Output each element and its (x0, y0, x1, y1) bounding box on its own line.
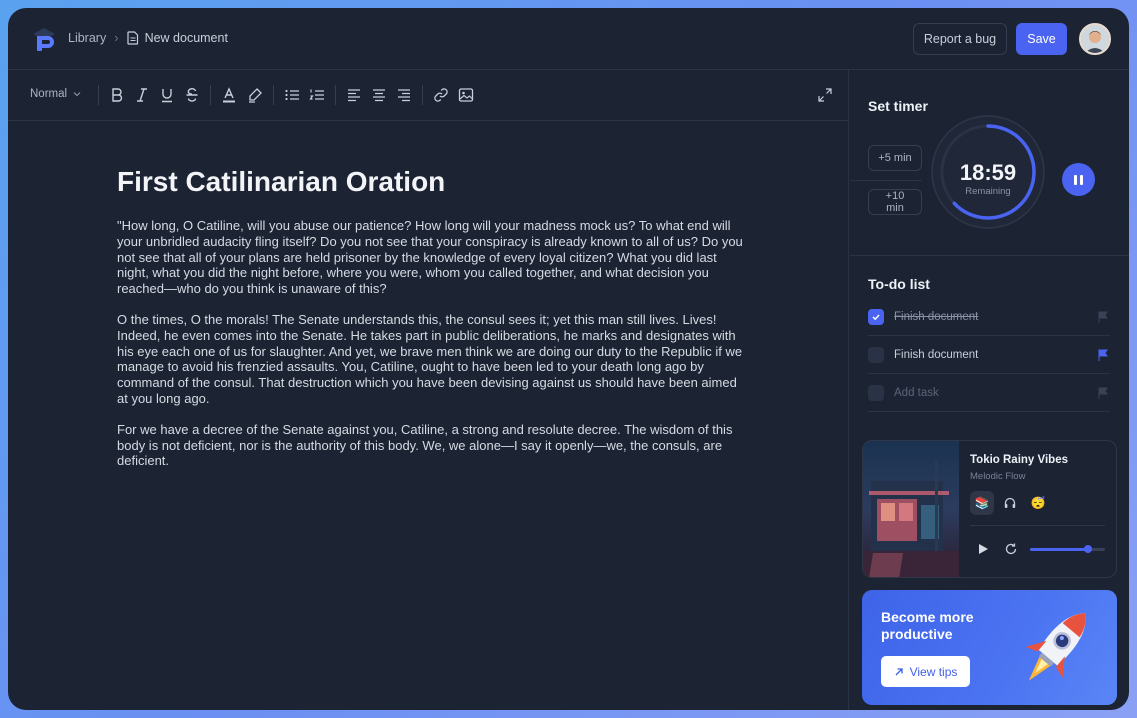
flag-icon[interactable] (1096, 348, 1110, 362)
add-10-min-button[interactable]: +10 min (868, 189, 922, 215)
pause-icon (1074, 174, 1077, 185)
add-task-row[interactable]: Add task (868, 374, 1110, 412)
top-bar: Library › New document Report a bug Save (8, 8, 1129, 70)
bold-icon[interactable] (108, 86, 126, 104)
volume-knob[interactable] (1083, 545, 1092, 553)
promo-card: Become more productive View tips (862, 590, 1117, 705)
arrow-up-right-icon (895, 667, 903, 675)
text-color-icon[interactable] (220, 86, 238, 104)
expand-icon[interactable] (816, 86, 834, 104)
align-left-icon[interactable] (345, 86, 363, 104)
document-icon (126, 30, 138, 45)
editor-toolbar: Normal (8, 70, 849, 121)
todo-checkbox[interactable] (868, 384, 884, 401)
document-paragraph[interactable]: For we have a decree of the Senate again… (117, 422, 747, 469)
add-task-input[interactable]: Add task (894, 387, 1096, 399)
align-center-icon[interactable] (370, 86, 388, 104)
todo-item[interactable]: Finish document (868, 298, 1110, 336)
track-title: Tokio Rainy Vibes (970, 454, 1068, 466)
toolbar-divider (98, 85, 99, 105)
promo-title: Become more productive (881, 609, 974, 642)
align-right-icon[interactable] (395, 86, 413, 104)
divider (850, 180, 922, 181)
chevron-right-icon: › (114, 30, 119, 45)
toolbar-divider (273, 85, 274, 105)
chevron-down-icon (73, 92, 81, 97)
report-bug-button[interactable]: Report a bug (913, 23, 1007, 55)
document-paragraph[interactable]: O the times, O the morals! The Senate un… (117, 312, 747, 407)
todo-item-label: Finish document (894, 310, 979, 323)
breadcrumb-current[interactable]: New document (126, 30, 228, 45)
todo-item[interactable]: Finish document (868, 336, 1110, 374)
toolbar-divider (335, 85, 336, 105)
todo-checkbox[interactable] (868, 308, 884, 325)
check-icon (872, 313, 880, 320)
highlight-icon[interactable] (246, 86, 264, 104)
toolbar-divider (422, 85, 423, 105)
italic-icon[interactable] (133, 86, 151, 104)
editor: Normal First Catilinarian Oration "How l… (8, 70, 849, 710)
document-content[interactable]: First Catilinarian Oration "How long, O … (117, 166, 747, 484)
breadcrumb-library[interactable]: Library (68, 31, 106, 45)
album-art (863, 441, 959, 577)
divider (850, 255, 1129, 256)
headphones-icon[interactable] (998, 491, 1022, 515)
todo-item-label: Finish document (894, 348, 979, 361)
app-logo[interactable] (28, 24, 60, 56)
document-title[interactable]: First Catilinarian Oration (117, 166, 747, 198)
pause-button[interactable] (1062, 163, 1095, 196)
save-button[interactable]: Save (1016, 23, 1067, 55)
volume-fill (1030, 548, 1088, 551)
add-5-min-button[interactable]: +5 min (868, 145, 922, 171)
timer-remaining-label: Remaining (965, 186, 1011, 197)
books-emoji-icon[interactable]: 📚 (970, 491, 994, 515)
flag-icon[interactable] (1096, 386, 1110, 400)
todo-checkbox[interactable] (868, 346, 884, 363)
breadcrumb: Library › New document (68, 30, 228, 45)
view-tips-button[interactable]: View tips (881, 656, 970, 687)
flag-icon[interactable] (1096, 310, 1110, 324)
view-tips-label: View tips (909, 664, 958, 679)
timer-time: 18:59 (959, 160, 1017, 185)
timer-title: Set timer (868, 98, 928, 114)
track-artist: Melodic Flow (970, 471, 1026, 482)
link-icon[interactable] (432, 86, 450, 104)
image-icon[interactable] (457, 86, 475, 104)
right-panel: Set timer +5 min +10 min 18:59 Remaining… (850, 70, 1129, 710)
underline-icon[interactable] (158, 86, 176, 104)
strikethrough-icon[interactable] (183, 86, 201, 104)
rocket-icon (1025, 613, 1086, 681)
app-window: Library › New document Report a bug Save (8, 8, 1129, 710)
todo-title: To-do list (868, 276, 930, 292)
numbered-list-icon[interactable] (308, 86, 326, 104)
bullet-list-icon[interactable] (283, 86, 301, 104)
sleepy-emoji-icon[interactable]: 😴 (1026, 491, 1050, 515)
avatar[interactable] (1079, 23, 1111, 55)
repeat-icon[interactable] (1004, 542, 1018, 556)
divider (970, 525, 1105, 526)
toolbar-divider (210, 85, 211, 105)
document-paragraph[interactable]: "How long, O Catiline, will you abuse ou… (117, 218, 747, 297)
text-style-label: Normal (30, 88, 68, 100)
text-style-select[interactable]: Normal (30, 88, 82, 100)
breadcrumb-current-label: New document (144, 30, 228, 45)
volume-slider[interactable] (1030, 545, 1105, 553)
play-icon[interactable] (976, 542, 990, 556)
music-player: Tokio Rainy Vibes Melodic Flow 📚 😴 (862, 440, 1117, 578)
